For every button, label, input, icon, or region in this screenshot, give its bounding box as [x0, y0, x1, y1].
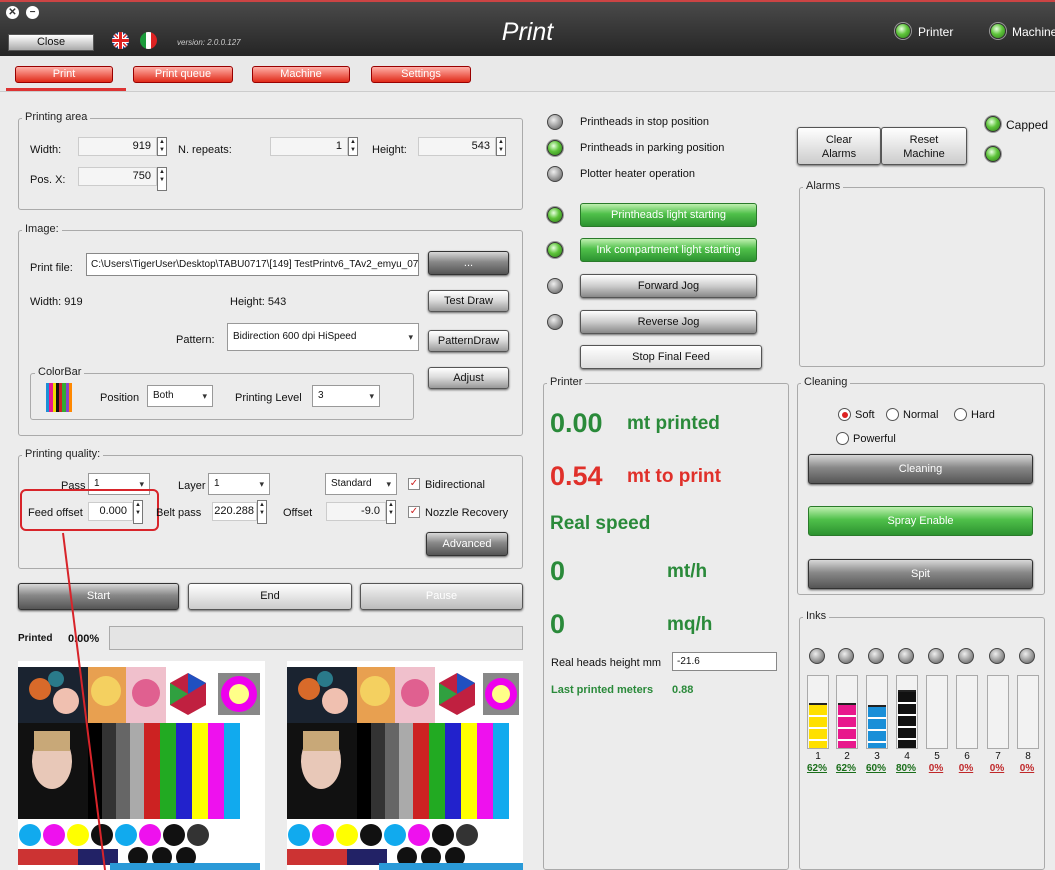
- ink-light-button[interactable]: Ink compartment light starting: [580, 238, 757, 262]
- last-printed-label: Last printed meters: [551, 684, 654, 696]
- reverse-jog-led: [547, 314, 563, 330]
- alarms-group: [799, 187, 1045, 367]
- ink-6-percent[interactable]: 0%: [952, 763, 980, 774]
- forward-jog-led: [547, 278, 563, 294]
- printer-group: [543, 383, 789, 870]
- ink-2-led: [838, 648, 854, 664]
- hard-radio[interactable]: [954, 408, 967, 421]
- heads-height-field[interactable]: -21.6: [672, 652, 777, 671]
- mth-value: 0: [550, 556, 566, 586]
- real-speed-label: Real speed: [550, 513, 651, 534]
- spray-enable-button[interactable]: Spray Enable: [808, 506, 1033, 536]
- ink-2-level-bar: [836, 675, 858, 749]
- ink-3-level-bar: [866, 675, 888, 749]
- normal-radio[interactable]: [886, 408, 899, 421]
- soft-label: Soft: [855, 409, 875, 421]
- ink-light-led: [547, 242, 563, 258]
- heads-light-led: [547, 207, 563, 223]
- ink-8-percent[interactable]: 0%: [1013, 763, 1041, 774]
- ink-5-number: 5: [934, 751, 940, 762]
- last-printed-value: 0.88: [672, 684, 694, 696]
- cleaning-button[interactable]: Cleaning: [808, 454, 1033, 484]
- ink-1-percent[interactable]: 62%: [803, 763, 831, 774]
- stop-position-led: [547, 114, 563, 130]
- printer-title: Printer: [547, 376, 586, 388]
- ink-8-number: 8: [1025, 751, 1031, 762]
- cleaning-title: Cleaning: [801, 376, 851, 388]
- spit-button[interactable]: Spit: [808, 559, 1033, 589]
- soft-radio[interactable]: [838, 408, 851, 421]
- ink-7-percent[interactable]: 0%: [983, 763, 1011, 774]
- ink-2-percent[interactable]: 62%: [832, 763, 860, 774]
- ink-8-led: [1019, 648, 1035, 664]
- clear-alarms-button[interactable]: Clear Alarms: [797, 127, 881, 165]
- ink-1-fill: [809, 703, 827, 748]
- ink-1-number: 1: [815, 751, 821, 762]
- ink-4-level-bar: [896, 675, 918, 749]
- inks-title: Inks: [803, 610, 830, 622]
- mth-label: mt/h: [667, 561, 708, 582]
- ink-4-percent[interactable]: 80%: [892, 763, 920, 774]
- reverse-jog-button[interactable]: Reverse Jog: [580, 310, 757, 334]
- powerful-radio[interactable]: [836, 432, 849, 445]
- heater-led: [547, 166, 563, 182]
- ink-8-level-bar: [1017, 675, 1039, 749]
- ink-2-number: 2: [844, 751, 850, 762]
- parking-position-led: [547, 140, 563, 156]
- ink-3-led: [868, 648, 884, 664]
- mqh-value: 0: [550, 609, 566, 639]
- ink-3-fill: [868, 704, 886, 748]
- ink-1-level-bar: [807, 675, 829, 749]
- alarm-status-led: [985, 146, 1001, 162]
- reset-machine-button[interactable]: Reset Machine: [881, 127, 967, 165]
- powerful-label: Powerful: [853, 433, 896, 445]
- ink-5-percent[interactable]: 0%: [922, 763, 950, 774]
- alarms-title: Alarms: [803, 180, 844, 192]
- ink-6-number: 6: [964, 751, 970, 762]
- ink-4-led: [898, 648, 914, 664]
- ink-1-led: [809, 648, 825, 664]
- hard-label: Hard: [971, 409, 995, 421]
- capped-led: [985, 116, 1001, 132]
- heater-label: Plotter heater operation: [580, 168, 695, 180]
- ink-6-led: [958, 648, 974, 664]
- parking-position-label: Printheads in parking position: [580, 142, 725, 154]
- heads-height-label: Real heads height mm: [551, 657, 662, 669]
- stop-position-label: Printheads in stop position: [580, 116, 710, 128]
- stop-final-feed-button[interactable]: Stop Final Feed: [580, 345, 762, 369]
- ink-7-level-bar: [987, 675, 1009, 749]
- ink-4-number: 4: [904, 751, 910, 762]
- ink-7-led: [989, 648, 1005, 664]
- heads-light-button[interactable]: Printheads light starting: [580, 203, 757, 227]
- ink-3-number: 3: [874, 751, 880, 762]
- ink-5-led: [928, 648, 944, 664]
- forward-jog-button[interactable]: Forward Jog: [580, 274, 757, 298]
- ink-7-number: 7: [995, 751, 1001, 762]
- ink-4-fill: [898, 690, 916, 748]
- printed-meters-label: mt printed: [627, 413, 720, 434]
- to-print-value: 0.54: [550, 461, 603, 491]
- capped-label: Capped: [1006, 118, 1049, 132]
- ink-5-level-bar: [926, 675, 948, 749]
- to-print-label: mt to print: [627, 466, 721, 487]
- normal-label: Normal: [903, 409, 939, 421]
- ink-6-level-bar: [956, 675, 978, 749]
- mqh-label: mq/h: [667, 614, 713, 635]
- ink-3-percent[interactable]: 60%: [862, 763, 890, 774]
- ink-2-fill: [838, 703, 856, 748]
- printed-meters-value: 0.00: [550, 408, 603, 438]
